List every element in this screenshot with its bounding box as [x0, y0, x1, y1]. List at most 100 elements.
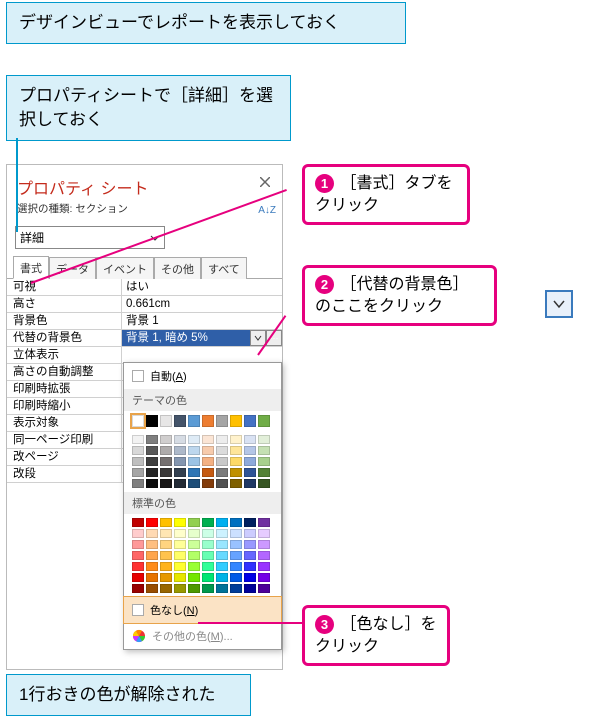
color-swatch[interactable] — [146, 584, 158, 593]
color-swatch[interactable] — [244, 468, 256, 477]
tab-all[interactable]: すべて — [201, 257, 247, 279]
color-swatch[interactable] — [230, 518, 242, 527]
color-swatch[interactable] — [188, 584, 200, 593]
color-swatch[interactable] — [216, 540, 228, 549]
color-auto[interactable]: 自動(A) — [124, 363, 281, 389]
color-swatch[interactable] — [174, 415, 186, 427]
prop-value-selected[interactable]: 背景 1, 暗め 5% ⋯ — [122, 330, 282, 346]
tab-other[interactable]: その他 — [154, 257, 201, 279]
color-swatch[interactable] — [202, 540, 214, 549]
color-swatch[interactable] — [258, 584, 270, 593]
color-swatch[interactable] — [160, 479, 172, 488]
color-swatch[interactable] — [146, 551, 158, 560]
color-swatch[interactable] — [230, 573, 242, 582]
color-swatch[interactable] — [202, 457, 214, 466]
color-swatch[interactable] — [146, 479, 158, 488]
color-swatch[interactable] — [188, 468, 200, 477]
color-swatch[interactable] — [146, 562, 158, 571]
color-swatch[interactable] — [244, 584, 256, 593]
color-swatch[interactable] — [188, 562, 200, 571]
color-swatch[interactable] — [244, 551, 256, 560]
color-swatch[interactable] — [174, 540, 186, 549]
color-swatch[interactable] — [188, 540, 200, 549]
color-swatch[interactable] — [230, 551, 242, 560]
color-swatch[interactable] — [202, 468, 214, 477]
color-swatch[interactable] — [202, 573, 214, 582]
color-swatch[interactable] — [188, 551, 200, 560]
color-swatch[interactable] — [132, 518, 144, 527]
color-swatch[interactable] — [132, 540, 144, 549]
color-swatch[interactable] — [230, 479, 242, 488]
color-swatch[interactable] — [216, 446, 228, 455]
color-swatch[interactable] — [216, 479, 228, 488]
sort-button[interactable]: A↓Z — [258, 205, 276, 216]
color-swatch[interactable] — [230, 435, 242, 444]
color-swatch[interactable] — [160, 518, 172, 527]
color-swatch[interactable] — [216, 584, 228, 593]
color-swatch[interactable] — [230, 584, 242, 593]
color-swatch[interactable] — [132, 415, 144, 427]
color-swatch[interactable] — [216, 415, 228, 427]
color-swatch[interactable] — [160, 540, 172, 549]
color-swatch[interactable] — [202, 446, 214, 455]
color-swatch[interactable] — [132, 529, 144, 538]
color-swatch[interactable] — [230, 446, 242, 455]
color-swatch[interactable] — [202, 479, 214, 488]
color-swatch[interactable] — [230, 562, 242, 571]
color-swatch[interactable] — [216, 573, 228, 582]
color-swatch[interactable] — [160, 551, 172, 560]
color-swatch[interactable] — [146, 540, 158, 549]
color-swatch[interactable] — [202, 435, 214, 444]
color-swatch[interactable] — [258, 573, 270, 582]
color-swatch[interactable] — [174, 479, 186, 488]
color-swatch[interactable] — [146, 457, 158, 466]
color-swatch[interactable] — [174, 584, 186, 593]
prop-row[interactable]: 高さ 0.661cm — [7, 296, 282, 313]
color-swatch[interactable] — [244, 529, 256, 538]
color-swatch[interactable] — [132, 457, 144, 466]
color-swatch[interactable] — [174, 457, 186, 466]
color-swatch[interactable] — [188, 479, 200, 488]
color-swatch[interactable] — [174, 551, 186, 560]
color-none[interactable]: 色なし(N) — [123, 596, 282, 624]
color-swatch[interactable] — [160, 529, 172, 538]
color-swatch[interactable] — [244, 518, 256, 527]
color-swatch[interactable] — [146, 415, 158, 427]
color-swatch[interactable] — [216, 562, 228, 571]
color-swatch[interactable] — [258, 479, 270, 488]
color-swatch[interactable] — [244, 415, 256, 427]
color-swatch[interactable] — [244, 562, 256, 571]
color-swatch[interactable] — [202, 551, 214, 560]
color-swatch[interactable] — [202, 562, 214, 571]
color-swatch[interactable] — [174, 562, 186, 571]
color-swatch[interactable] — [188, 518, 200, 527]
color-swatch[interactable] — [216, 518, 228, 527]
color-swatch[interactable] — [216, 435, 228, 444]
color-swatch[interactable] — [244, 540, 256, 549]
color-swatch[interactable] — [188, 457, 200, 466]
color-swatch[interactable] — [174, 435, 186, 444]
tab-event[interactable]: イベント — [96, 257, 154, 279]
color-swatch[interactable] — [188, 446, 200, 455]
color-swatch[interactable] — [132, 435, 144, 444]
color-swatch[interactable] — [132, 479, 144, 488]
color-swatch[interactable] — [258, 529, 270, 538]
color-swatch[interactable] — [132, 562, 144, 571]
color-swatch[interactable] — [244, 573, 256, 582]
color-swatch[interactable] — [174, 446, 186, 455]
color-swatch[interactable] — [202, 584, 214, 593]
color-swatch[interactable] — [258, 415, 270, 427]
color-swatch[interactable] — [146, 435, 158, 444]
color-swatch[interactable] — [216, 529, 228, 538]
color-more[interactable]: その他の色(M)... — [124, 623, 281, 649]
color-swatch[interactable] — [258, 562, 270, 571]
color-swatch[interactable] — [188, 573, 200, 582]
prop-value[interactable]: 背景 1 — [122, 313, 282, 329]
color-swatch[interactable] — [174, 573, 186, 582]
color-swatch[interactable] — [244, 446, 256, 455]
color-swatch[interactable] — [258, 518, 270, 527]
color-swatch[interactable] — [160, 573, 172, 582]
color-swatch[interactable] — [174, 529, 186, 538]
color-swatch[interactable] — [160, 446, 172, 455]
color-swatch[interactable] — [244, 435, 256, 444]
